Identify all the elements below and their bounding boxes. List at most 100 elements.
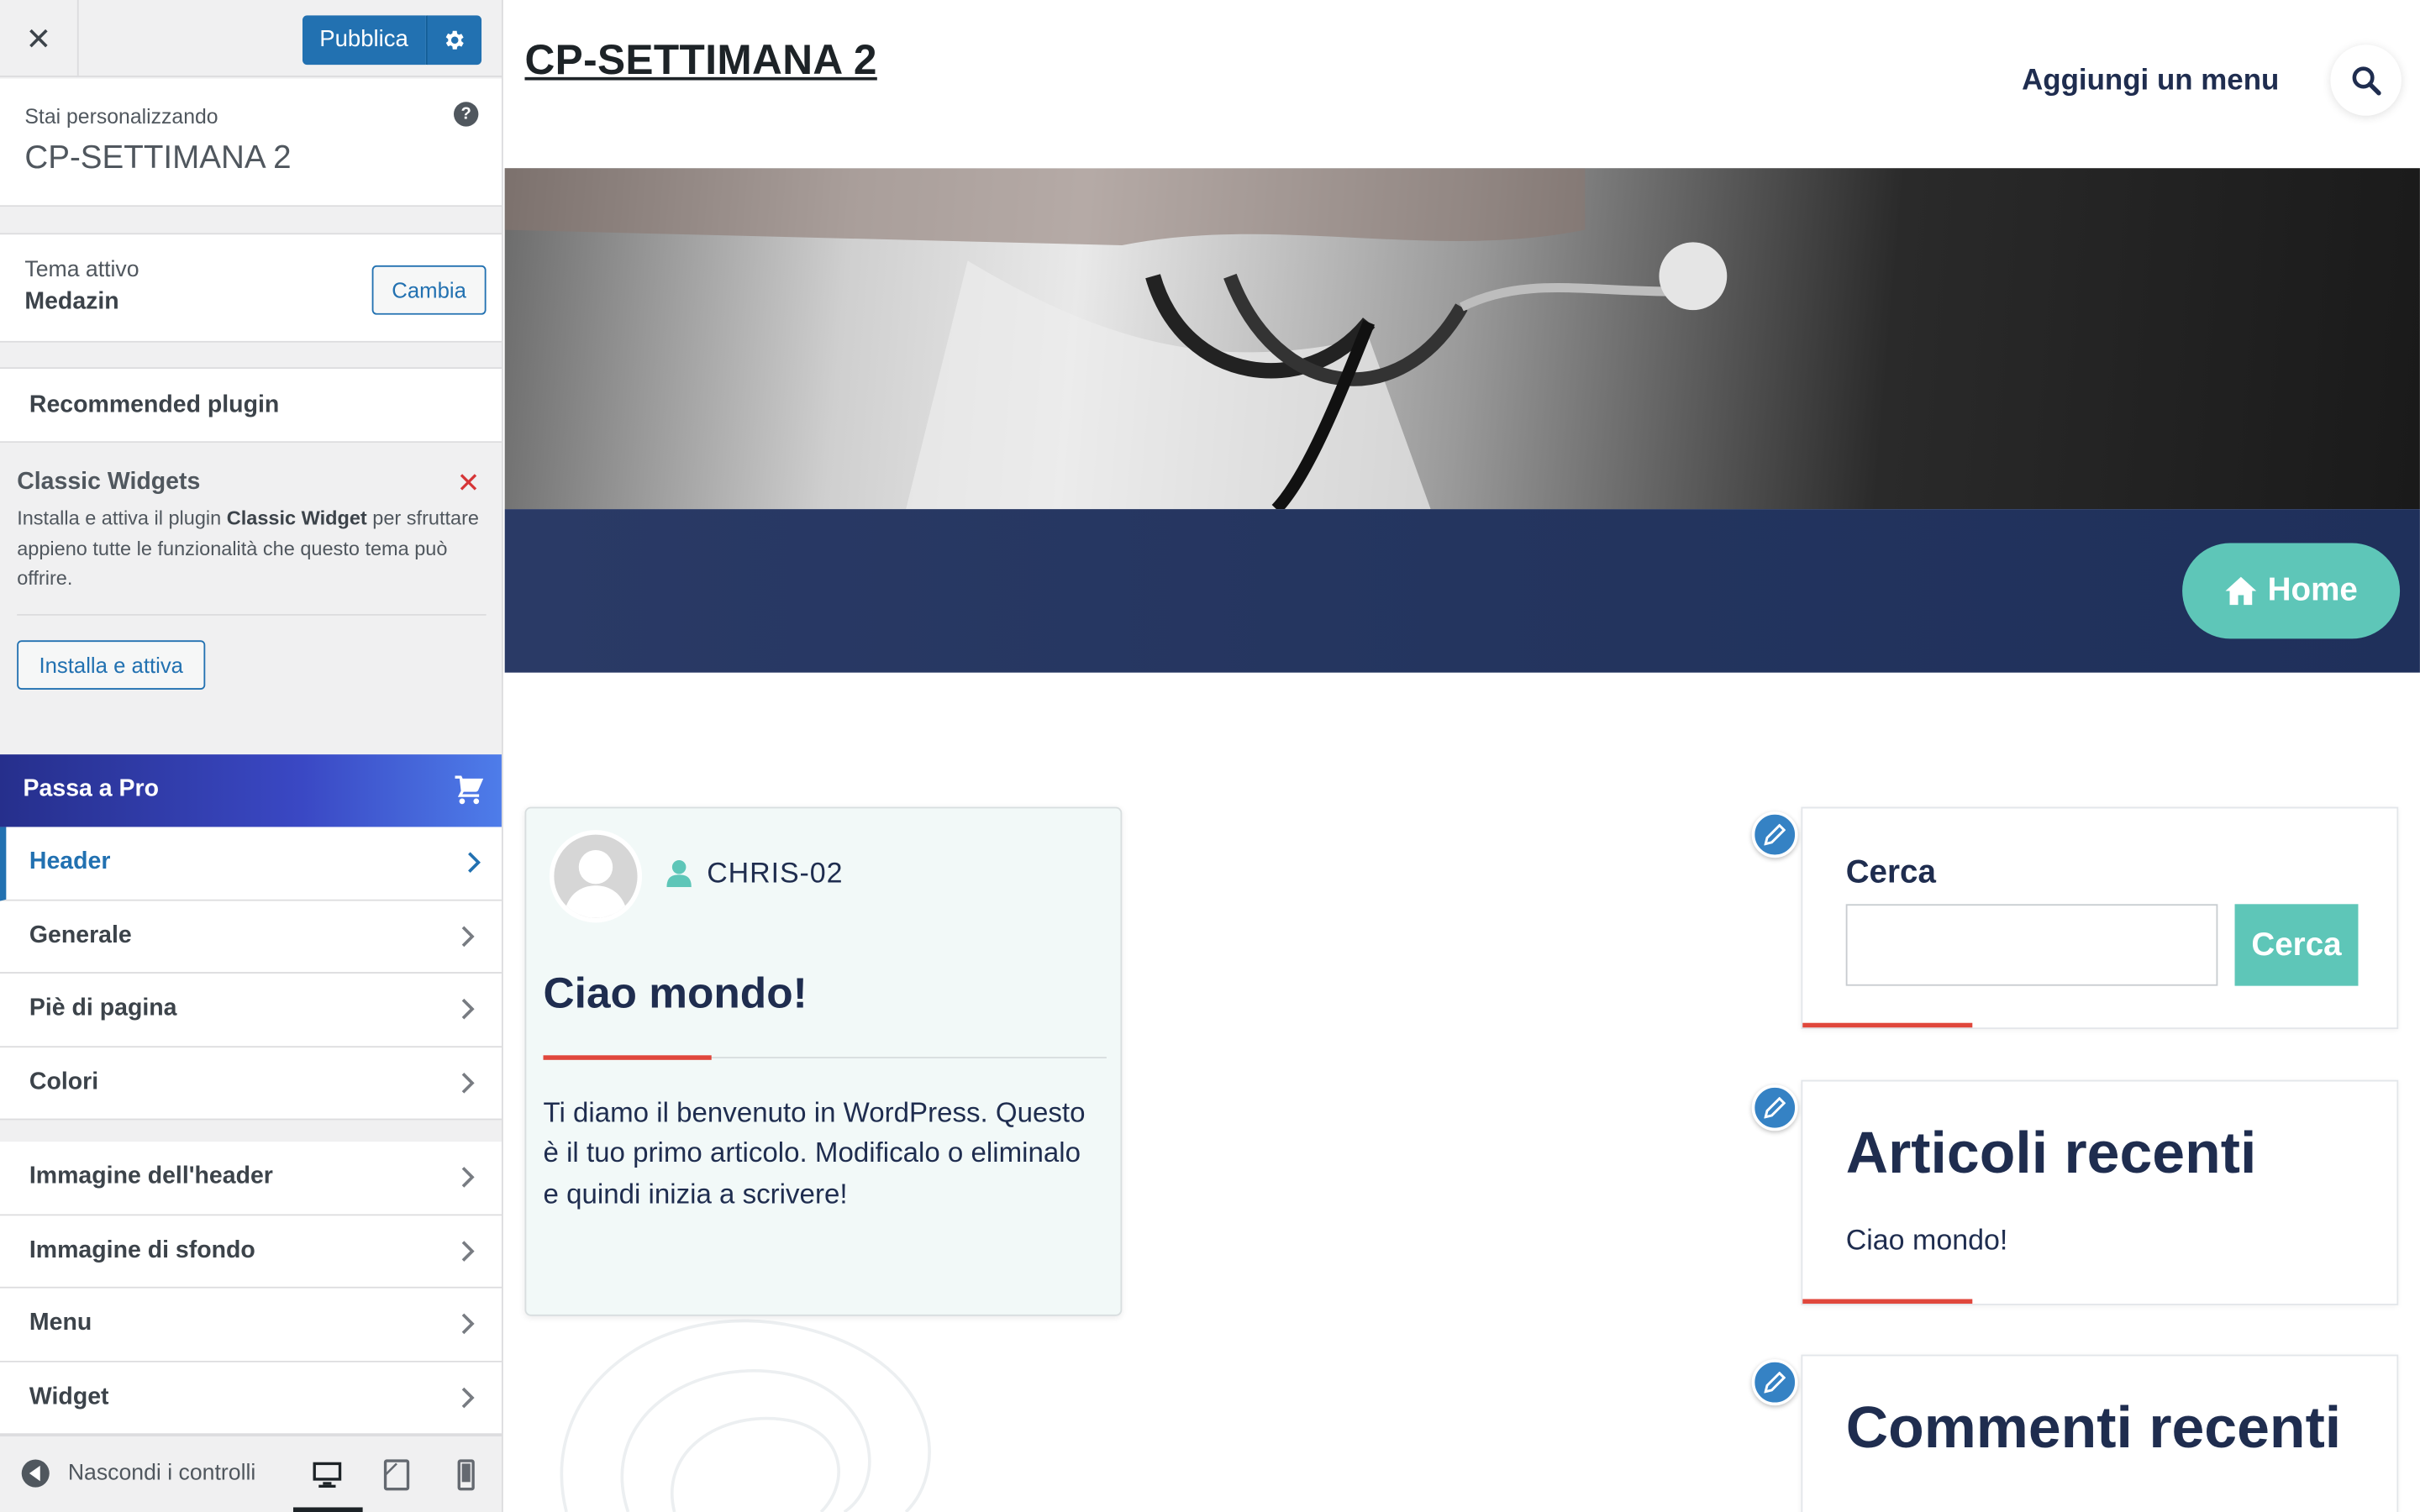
page-banner: Home	[504, 509, 2420, 673]
nav-item-label: Header	[29, 848, 111, 875]
widget-accent-line	[1802, 1022, 1973, 1028]
chevron-right-icon	[461, 1167, 475, 1188]
install-activate-button[interactable]: Installa e attiva	[17, 640, 206, 690]
nav-item-header-image[interactable]: Immagine dell'header	[0, 1142, 502, 1215]
hero-image	[504, 168, 2420, 510]
customizer-header: ✕ Pubblica	[0, 0, 502, 77]
home-button-label: Home	[2267, 572, 2358, 608]
title-accent-line	[543, 1055, 712, 1060]
recent-comments-widget: Commenti recenti	[1801, 1354, 2399, 1512]
search-widget-title: Cerca	[1845, 854, 1936, 890]
upgrade-pro-section[interactable]: Passa a Pro	[0, 754, 502, 827]
stethoscope-illustration	[504, 168, 1728, 510]
chevron-right-icon	[461, 998, 475, 1020]
chevron-right-icon	[461, 1313, 475, 1335]
search-submit-button[interactable]: Cerca	[2234, 904, 2359, 986]
customizer-footer: Nascondi i controlli	[0, 1435, 502, 1512]
nav-item-background-image[interactable]: Immagine di sfondo	[0, 1215, 502, 1289]
plugin-desc-bold: Classic Widget	[226, 506, 367, 529]
recommended-plugin-section[interactable]: Recommended plugin	[0, 367, 502, 444]
plugin-notice-description: Installa e attiva il plugin Classic Widg…	[17, 503, 489, 593]
user-icon	[666, 859, 692, 888]
chevron-right-icon	[468, 852, 481, 874]
active-theme-label: Tema attivo	[24, 257, 139, 283]
nav-item-label: Menu	[29, 1310, 92, 1336]
nav-group-gap	[0, 1120, 502, 1142]
edit-widget-button[interactable]	[1751, 811, 1798, 858]
chevron-right-icon	[461, 925, 475, 947]
mobile-icon[interactable]	[449, 1458, 482, 1492]
nav-item-label: Piè di pagina	[29, 995, 177, 1021]
plugin-notice-title: Classic Widgets	[17, 469, 201, 496]
recent-posts-widget: Articoli recenti Ciao mondo!	[1801, 1079, 2399, 1305]
tablet-icon[interactable]	[380, 1458, 413, 1492]
cart-icon	[455, 775, 484, 805]
user-avatar-icon	[563, 850, 629, 918]
publish-settings-button[interactable]	[425, 15, 481, 66]
recent-posts-title: Articoli recenti	[1845, 1121, 2257, 1187]
active-theme-section: Tema attivo Medazin Cambia	[0, 233, 502, 343]
nav-item-menus[interactable]: Menu	[0, 1288, 502, 1362]
nav-item-general[interactable]: Generale	[0, 900, 502, 974]
post-card: CHRIS-02 Ciao mondo! Ti diamo il benvenu…	[524, 806, 1123, 1316]
collapse-arrow-icon	[21, 1459, 50, 1488]
recent-comments-title: Commenti recenti	[1845, 1396, 2342, 1462]
pencil-icon	[1764, 823, 1786, 846]
close-customizer-button[interactable]: ✕	[0, 0, 79, 77]
recommended-plugin-heading: Recommended plugin	[29, 391, 280, 418]
customizer-nav: Header Generale Piè di pagina Colori Imm…	[0, 827, 502, 1436]
nav-item-colors[interactable]: Colori	[0, 1047, 502, 1121]
nav-item-footer[interactable]: Piè di pagina	[0, 973, 502, 1047]
edit-widget-button[interactable]	[1751, 1084, 1798, 1131]
search-toggle-button[interactable]	[2330, 45, 2402, 116]
chevron-right-icon	[461, 1240, 475, 1261]
nav-item-header[interactable]: Header	[0, 827, 502, 900]
pencil-icon	[1764, 1371, 1786, 1394]
widget-accent-line	[1802, 1299, 1973, 1305]
search-input[interactable]	[1845, 904, 2218, 986]
site-header: CP-SETTIMANA 2 Aggiungi un menu	[504, 0, 2420, 169]
post-author[interactable]: CHRIS-02	[707, 856, 843, 890]
nav-item-label: Immagine dell'header	[29, 1163, 273, 1190]
close-icon: ✕	[25, 22, 52, 57]
help-icon[interactable]: ?	[453, 102, 479, 127]
recent-post-link[interactable]: Ciao mondo!	[1846, 1224, 2008, 1257]
publish-button[interactable]: Pubblica	[302, 15, 426, 66]
hide-controls-button[interactable]: Nascondi i controlli	[21, 1459, 256, 1488]
home-breadcrumb-button[interactable]: Home	[2182, 543, 2401, 639]
dismiss-notice-icon[interactable]: ✕	[457, 468, 481, 501]
active-device-indicator	[292, 1507, 363, 1512]
active-theme-name: Medazin	[24, 288, 119, 315]
nav-item-label: Widget	[29, 1383, 109, 1410]
plugin-desc-part1: Installa e attiva il plugin	[17, 506, 227, 529]
edit-widget-button[interactable]	[1751, 1359, 1798, 1406]
divider	[17, 614, 487, 616]
site-preview: CP-SETTIMANA 2 Aggiungi un menu Home CHR…	[504, 0, 2420, 1512]
nav-item-label: Generale	[29, 921, 132, 948]
plugin-notice: Classic Widgets ✕ Installa e attiva il p…	[0, 443, 502, 755]
avatar	[549, 830, 643, 923]
publish-group: Pubblica	[302, 15, 481, 66]
nav-item-widgets[interactable]: Widget	[0, 1361, 502, 1436]
customizing-info: Stai personalizzando CP-SETTIMANA 2 ?	[0, 78, 502, 207]
customizing-site-name: CP-SETTIMANA 2	[24, 140, 292, 176]
site-title-link[interactable]: CP-SETTIMANA 2	[524, 37, 876, 85]
upgrade-pro-label: Passa a Pro	[23, 775, 160, 803]
pencil-icon	[1764, 1096, 1786, 1119]
add-menu-link[interactable]: Aggiungi un menu	[2022, 65, 2279, 98]
customizing-label: Stai personalizzando	[24, 104, 218, 129]
chevron-right-icon	[461, 1072, 475, 1093]
customizer-sidebar: ✕ Pubblica Stai personalizzando CP-SETTI…	[0, 0, 503, 1512]
post-excerpt: Ti diamo il benvenuto in WordPress. Ques…	[543, 1096, 1086, 1210]
search-icon	[2352, 66, 2381, 96]
hide-controls-label: Nascondi i controlli	[67, 1461, 256, 1486]
gear-icon	[445, 30, 464, 50]
nav-item-label: Colori	[29, 1068, 99, 1095]
search-widget: Cerca Cerca	[1801, 806, 2399, 1030]
home-icon	[2226, 576, 2257, 606]
chevron-right-icon	[461, 1386, 475, 1408]
change-theme-button[interactable]: Cambia	[371, 265, 487, 315]
desktop-icon[interactable]	[310, 1458, 344, 1492]
post-title[interactable]: Ciao mondo!	[544, 969, 808, 1018]
nav-item-label: Immagine di sfondo	[29, 1236, 255, 1263]
